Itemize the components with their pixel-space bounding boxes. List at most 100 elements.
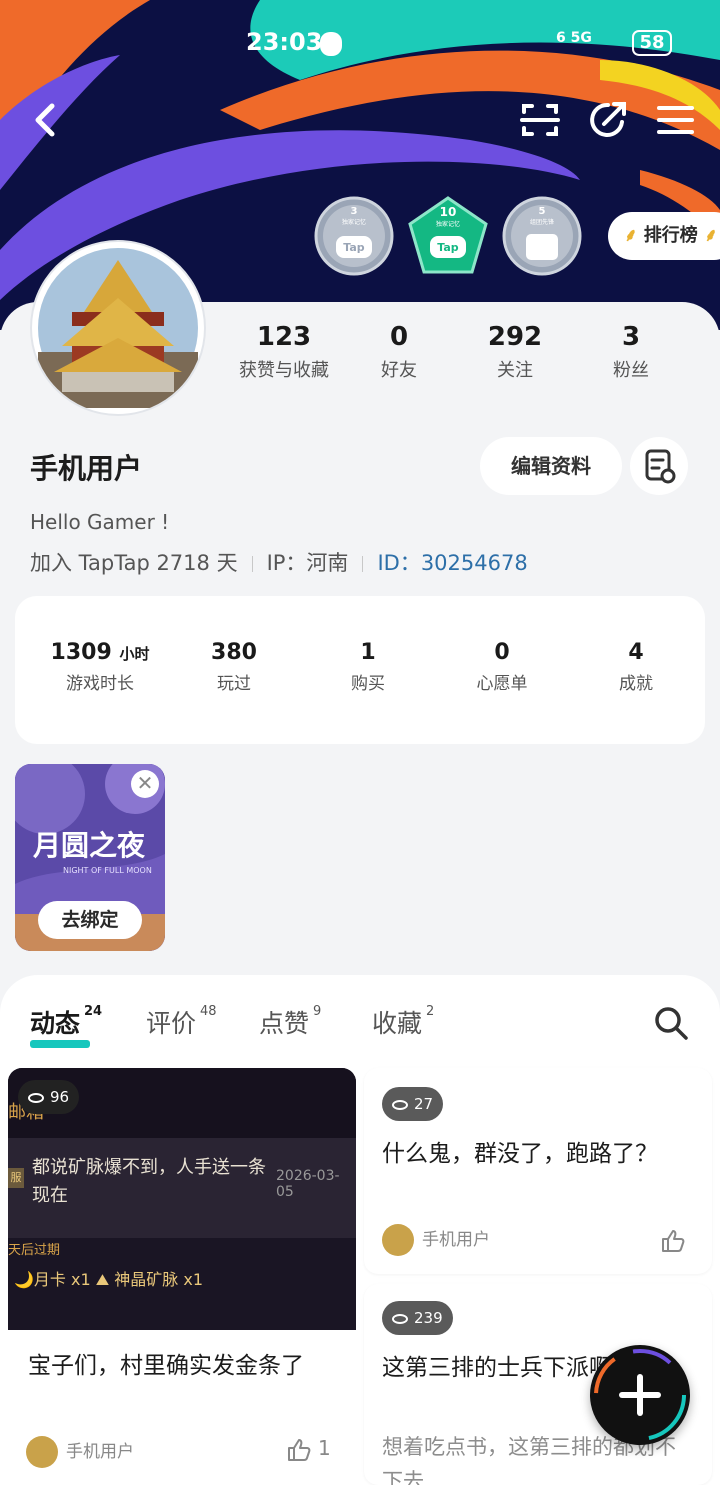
view-count: 239 [414, 1309, 443, 1327]
user-id[interactable]: ID：30254678 [377, 551, 527, 575]
profile-stats: 123 获赞与收藏 0 好友 292 关注 3 粉丝 [225, 322, 705, 392]
signal-icon: 6 5G [556, 30, 592, 46]
share-button[interactable] [586, 98, 630, 142]
tab-count: 48 [200, 1004, 217, 1019]
view-count-badge: 27 [382, 1087, 444, 1121]
create-post-button[interactable] [590, 1345, 690, 1445]
qq-notification-icon [320, 32, 342, 56]
stat-followers[interactable]: 3 粉丝 [591, 322, 671, 382]
tab-reviews[interactable]: 评价 48 [146, 1004, 217, 1040]
badge-number: 5 [539, 206, 546, 217]
calendar-badge-icon: 5 组团先锋 [502, 196, 582, 276]
like-count: 1 [318, 1436, 331, 1460]
stat-purchased[interactable]: 1 购买 [303, 640, 433, 694]
ip-location: IP：河南 [266, 551, 349, 575]
stat-label: 获赞与收藏 [239, 360, 329, 381]
post-card[interactable]: 27 什么鬼，群没了，跑路了？ 手机用户 [364, 1068, 712, 1274]
stat-playtime[interactable]: 1309 小时 游戏时长 [35, 640, 165, 694]
user-id-value: 30254678 [420, 551, 528, 575]
close-icon[interactable]: ✕ [131, 770, 159, 798]
badge-exclusive-memory-green[interactable]: 10 独家记忆 Tap [408, 196, 488, 276]
divider [362, 556, 364, 572]
stat-label: 关注 [497, 360, 533, 381]
game-stats-card: 1309 小时 游戏时长 380 玩过 1 购买 0 心愿单 4 成就 [15, 596, 705, 744]
screenshot-text: 🌙月卡 x1 ⛰ 神晶矿脉 x1 [14, 1270, 204, 1289]
view-count-badge: 239 [382, 1301, 453, 1335]
avatar[interactable] [32, 242, 204, 414]
stat-following[interactable]: 292 关注 [475, 322, 555, 382]
laurel-icon: ⸙ [624, 225, 638, 246]
eye-icon [392, 1099, 408, 1110]
stat-number: 292 [487, 322, 543, 352]
tab-count: 9 [313, 1004, 322, 1019]
screenshot-tag: 服 [8, 1168, 24, 1188]
stat-label: 游戏时长 [66, 674, 134, 694]
stat-likes[interactable]: 123 获赞与收藏 [225, 322, 343, 382]
badge-logo: Tap [437, 241, 459, 254]
badge-number: 10 [440, 205, 457, 219]
post-author[interactable]: 手机用户 [26, 1436, 134, 1468]
stat-unit: 小时 [119, 645, 150, 663]
badge-logo: Tap [343, 241, 365, 254]
stat-number: 0 [494, 640, 510, 665]
stat-number: 123 [256, 322, 312, 352]
author-name: 手机用户 [422, 1230, 490, 1250]
stat-number: 4 [628, 640, 644, 665]
stat-label: 好友 [381, 360, 417, 381]
username: 手机用户 [30, 452, 143, 485]
menu-button[interactable] [654, 98, 698, 142]
stat-wishlist[interactable]: 0 心愿单 [437, 640, 567, 694]
tab-label: 动态 [30, 1009, 81, 1038]
post-author[interactable]: 手机用户 [382, 1224, 490, 1256]
badge-label: 独家记忆 [436, 220, 460, 228]
stat-friends[interactable]: 0 好友 [359, 322, 439, 382]
tab-posts[interactable]: 动态 24 [30, 1004, 102, 1040]
profile-settings-button[interactable] [630, 437, 688, 495]
thumbs-up-icon[interactable] [660, 1228, 688, 1256]
bind-account-button[interactable]: 去绑定 [38, 901, 142, 939]
like-button[interactable]: 1 [286, 1436, 331, 1463]
edit-profile-button[interactable]: 编辑资料 [480, 437, 622, 495]
eye-icon [392, 1313, 408, 1324]
game-bind-promo[interactable]: 月圆之夜 NIGHT OF FULL MOON ✕ 去绑定 [15, 764, 165, 951]
stat-number: 1309 [50, 640, 112, 665]
divider [251, 556, 253, 572]
screenshot-text: 都说矿脉爆不到，人手送一条现在 [32, 1157, 266, 1206]
tab-favorites[interactable]: 收藏 2 [372, 1004, 434, 1040]
stat-played[interactable]: 380 玩过 [169, 640, 299, 694]
search-icon [655, 1007, 688, 1040]
tab-label: 评价 [146, 1009, 197, 1038]
stat-number: 380 [211, 640, 257, 665]
tab-count: 24 [84, 1004, 103, 1019]
tab-label: 收藏 [372, 1009, 423, 1038]
scan-icon [520, 104, 560, 136]
promo-title: 月圆之夜 [33, 829, 146, 862]
stat-number: 3 [621, 322, 641, 352]
badge-group-pioneer[interactable]: 5 组团先锋 [502, 196, 582, 276]
laurel-icon: ⸙ [704, 225, 718, 246]
screenshot-date: 2026-03-05 [276, 1168, 340, 1200]
badge-exclusive-memory[interactable]: 3 独家记忆 Tap [314, 196, 394, 276]
back-arrow-icon [35, 103, 55, 137]
back-button[interactable] [26, 98, 70, 142]
search-button[interactable] [653, 1005, 689, 1041]
badge-label: 组团先锋 [530, 218, 554, 226]
stat-label: 玩过 [217, 674, 251, 694]
plus-icon [594, 1349, 686, 1441]
tab-likes[interactable]: 点赞 9 [259, 1004, 321, 1040]
post-title: 宝子们，村里确实发金条了 [28, 1353, 304, 1379]
post-card[interactable]: 邮箱 服 都说矿脉爆不到，人手送一条现在 2026-03-05 天后过期 🌙月卡… [8, 1068, 356, 1485]
stat-achievements[interactable]: 4 成就 [571, 640, 701, 694]
tap-badge-green-icon: 10 独家记忆 Tap [408, 196, 488, 274]
scan-button[interactable] [518, 98, 562, 142]
leaderboard-button[interactable]: ⸙ 排行榜 ⸙ [608, 212, 720, 260]
tab-label: 点赞 [259, 1009, 310, 1038]
eye-icon [28, 1092, 44, 1103]
status-bar: 23:03 6 5G 58 [0, 24, 720, 64]
tap-badge-icon: 3 独家记忆 Tap [314, 196, 394, 276]
promo-subtitle: NIGHT OF FULL MOON [63, 866, 152, 875]
stat-label: 粉丝 [613, 360, 649, 381]
user-id-label: ID： [377, 551, 421, 575]
leaderboard-label: 排行榜 [643, 225, 698, 246]
view-count-badge: 96 [18, 1080, 80, 1114]
